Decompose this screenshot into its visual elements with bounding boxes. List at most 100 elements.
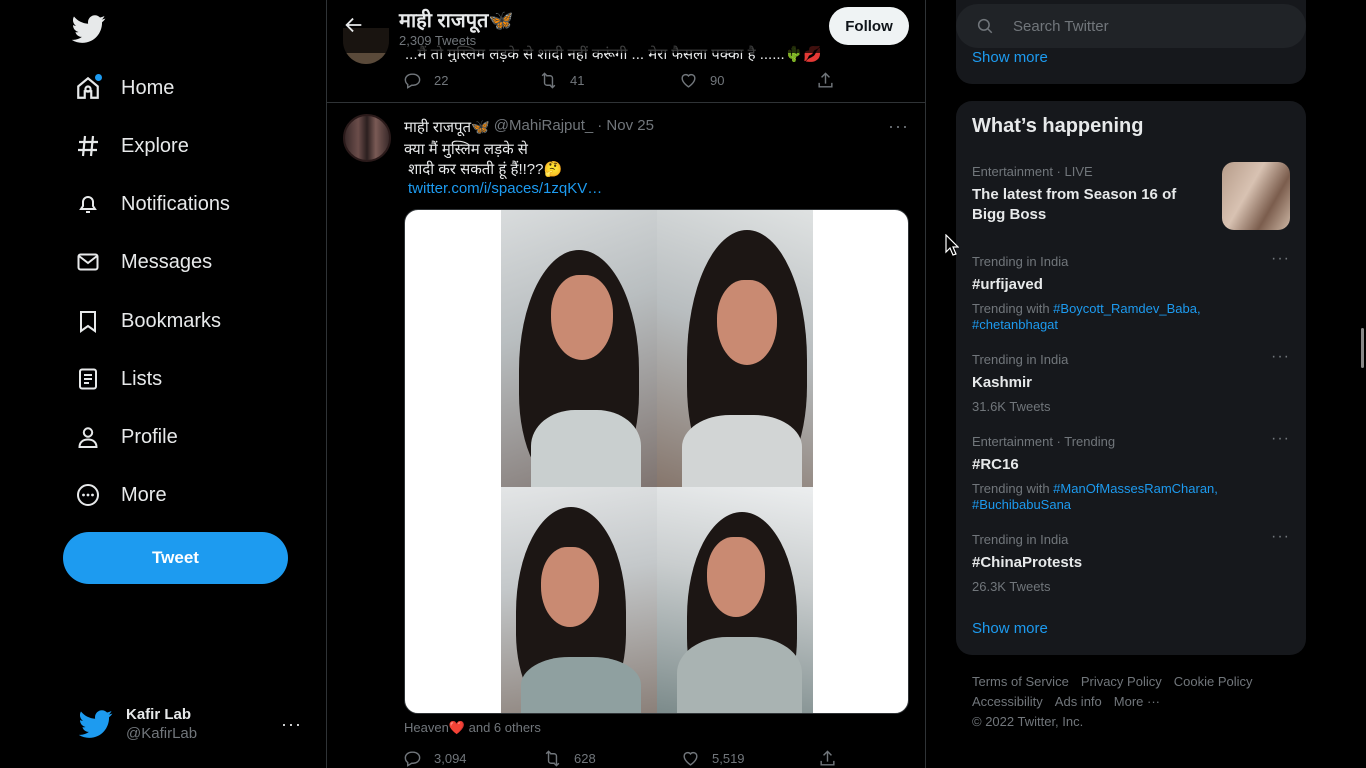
retweet-icon [545,750,560,767]
photo [657,210,813,487]
trend-title: The latest from Season 16 of Bigg Boss [972,186,1177,223]
trend-item[interactable]: Entertainment · Trending #RC16 Trending … [972,430,1292,513]
trend-tag[interactable]: #chetanbhagat [972,317,1058,332]
liked-by-rest: and 6 others [465,720,541,735]
sidebar-item-label: More [121,483,167,506]
reply-button[interactable]: 22 [403,71,539,90]
more-horizontal-icon[interactable]: ··· [1271,528,1290,546]
retweet-count: 628 [574,751,596,766]
tweet[interactable]: माही राजपूत🦋 @MahiRajput_ · Nov 25 ··· क… [327,104,925,768]
trend-item[interactable]: Trending in India #ChinaProtests 26.3K T… [972,528,1292,595]
account-handle: @KafirLab [126,725,198,742]
trend-context: Entertainment · Trending [972,434,1116,449]
trend-subtitle: Trending with #ManOfMassesRamCharan, #Buc… [972,481,1292,513]
footer-link[interactable]: Accessibility [972,694,1043,709]
tweet-link[interactable]: twitter.com/i/spaces/1zqKV… [408,180,602,197]
sidebar-item-more[interactable]: More [74,475,167,515]
like-button[interactable]: 90 [679,71,816,90]
trend-tag[interactable]: #ManOfMassesRamCharan, [1053,481,1218,496]
hashtag-icon [74,132,102,160]
search-icon [977,18,993,34]
trend-item[interactable]: Trending in India Kashmir 31.6K Tweets ·… [972,348,1292,415]
like-count: 5,519 [712,751,745,766]
footer-link[interactable]: Ads info [1055,694,1102,709]
search-bar[interactable] [956,4,1306,48]
footer-link[interactable]: Cookie Policy [1174,674,1253,689]
more-horizontal-icon[interactable]: ··· [1271,430,1290,448]
sidebar-item-profile[interactable]: Profile [74,417,178,457]
photo [501,487,657,713]
search-input[interactable] [1013,17,1283,35]
trend-thumbnail[interactable] [1222,162,1290,230]
social-context[interactable]: Heaven❤️ and 6 others [404,720,541,736]
tweet-author-name[interactable]: माही राजपूत🦋 [404,117,490,137]
list-icon [74,365,102,393]
trend-context: Trending in India [972,532,1069,547]
twitter-logo-icon[interactable] [71,12,106,46]
home-icon [74,74,102,102]
more-circle-icon [74,481,102,509]
footer-link[interactable]: More ··· [1114,694,1160,709]
sidebar-item-label: Bookmarks [121,309,222,332]
tweet-author-handle[interactable]: @MahiRajput_ [494,117,593,137]
liked-by-name: Heaven [404,720,449,735]
share-button[interactable] [818,749,837,768]
sidebar-item-label: Home [121,76,175,99]
retweet-button[interactable]: 41 [539,71,679,90]
photo [501,210,657,487]
footer-link[interactable]: Privacy Policy [1081,674,1162,689]
tweet-date[interactable]: · Nov 25 [597,117,654,137]
trend-context: Trending in India [972,352,1069,367]
left-sidebar: Home Explore Notifications Messages Book… [0,0,326,768]
trend-title: #RC16 [972,456,1019,473]
trend-item[interactable]: Trending in India #urfijaved Trending wi… [972,250,1292,333]
more-horizontal-icon[interactable]: ··· [888,116,909,137]
tweet-text-line: शादी कर सकती हूं हैं!!??🤔 [404,161,563,178]
reply-button[interactable]: 3,094 [403,749,543,768]
like-count: 90 [710,73,725,88]
share-button[interactable] [816,71,835,90]
trend-tag[interactable]: #Boycott_Ramdev_Baba, [1053,301,1200,316]
scrollbar[interactable] [1361,328,1364,368]
sidebar-item-explore[interactable]: Explore [74,126,189,166]
trends-title: What’s happening [972,115,1144,137]
back-arrow-icon[interactable] [343,14,367,38]
notification-dot [95,74,102,81]
tweet-image[interactable] [404,209,909,714]
tweet-actions: 22 41 90 [403,71,835,90]
retweet-button[interactable]: 628 [543,749,681,768]
avatar[interactable] [343,114,391,162]
sidebar-item-label: Lists [121,367,163,390]
trend-subtitle: 31.6K Tweets [972,399,1051,414]
trend-tag[interactable]: #BuchibabuSana [972,497,1071,512]
photo [657,487,813,713]
sidebar-item-bookmarks[interactable]: Bookmarks [74,301,221,341]
follow-button[interactable]: Follow [829,7,909,45]
trend-subtitle: 26.3K Tweets [972,579,1051,594]
tweet-button[interactable]: Tweet [63,532,288,584]
sidebar-item-messages[interactable]: Messages [74,242,212,282]
trend-subtitle-prefix: Trending with [972,481,1054,496]
share-icon [820,750,835,766]
bell-icon [74,190,102,218]
sidebar-item-lists[interactable]: Lists [74,359,162,399]
like-button[interactable]: 5,519 [681,749,818,768]
footer-link[interactable]: Terms of Service [972,674,1069,689]
trend-title: #ChinaProtests [972,554,1083,571]
more-horizontal-icon[interactable]: ··· [1271,250,1290,268]
reply-icon [404,73,421,89]
more-horizontal-icon[interactable]: ··· [1271,348,1290,366]
account-switcher[interactable]: Kafir Lab @KafirLab ··· [62,700,312,748]
footer: Terms of Service Privacy Policy Cookie Pol… [972,672,1302,732]
reply-count: 22 [434,73,449,88]
envelope-icon [74,248,102,276]
more-horizontal-icon: ··· [281,714,302,734]
bookmark-icon [74,307,102,335]
retweet-icon [541,72,556,89]
sidebar-item-home[interactable]: Home [74,68,174,108]
show-more-link[interactable]: Show more [972,620,1048,637]
heart-icon [681,73,696,88]
timeline[interactable]: ...मैं तो मुस्लिम लड़के से शादी नहीं करू… [326,0,926,768]
show-more-link[interactable]: Show more [972,49,1048,66]
sidebar-item-notifications[interactable]: Notifications [74,184,230,224]
